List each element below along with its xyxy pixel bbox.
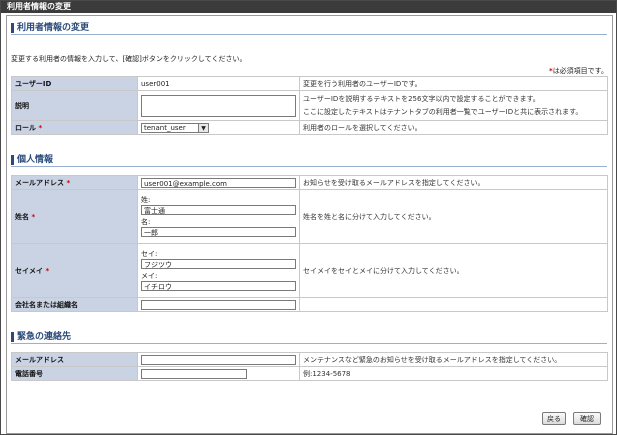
dialog-window: 利用者情報の変更 利用者情報の変更 変更する利用者の情報を入力して、[確認]ボタ…: [0, 0, 617, 435]
email-label-text: メールアドレス: [15, 178, 64, 187]
emergency-email-cell: [137, 352, 300, 367]
row-user-id: ユーザーID user001 変更を行う利用者のユーザーIDです。: [11, 76, 608, 91]
email-field[interactable]: user001@example.com: [141, 177, 296, 188]
kana-label-text: セイメイ: [15, 266, 43, 275]
email-label: メールアドレス *: [11, 175, 138, 190]
confirm-button[interactable]: 確認: [573, 412, 601, 425]
phone-field[interactable]: [141, 368, 247, 379]
name-required-mark: *: [31, 212, 36, 221]
row-kana: セイメイ * セイ: フジツウ メイ: イチロウ セイメイをセイとメイに分けて入…: [11, 243, 608, 298]
role-select[interactable]: tenant_user ▼: [141, 122, 209, 133]
last-name-field[interactable]: 富士通: [141, 205, 296, 215]
company-label: 会社名または組織名: [11, 297, 138, 312]
user-id-desc: 変更を行う利用者のユーザーIDです。: [299, 76, 608, 91]
emergency-contact-table: メールアドレス メンテナンスなど緊急のお知らせを受け取るメールアドレスを指定して…: [11, 352, 608, 381]
name-label-text: 姓名: [15, 212, 29, 221]
first-name-caption: 名:: [141, 218, 151, 226]
first-kana-field[interactable]: イチロウ: [141, 281, 296, 291]
role-required-mark: *: [38, 123, 43, 132]
description-desc-line-2: ここに設定したテキストはテナントタブの利用者一覧でユーザーIDと共に表示されます…: [303, 108, 583, 116]
intro-text: 変更する利用者の情報を入力して、[確認]ボタンをクリックしてください。: [11, 55, 247, 63]
description-label: 説明: [11, 90, 138, 121]
required-note: *は必須項目です。: [549, 66, 608, 76]
row-role: ロール * tenant_user ▼ 利用者のロールを選択してください。: [11, 120, 608, 135]
row-name: 姓名 * 姓: 富士通 名: 一郎 姓名を姓と名に分けて入力してください。: [11, 189, 608, 244]
description-cell: [137, 90, 300, 121]
kana-cell: セイ: フジツウ メイ: イチロウ: [137, 243, 300, 298]
chevron-down-icon[interactable]: ▼: [198, 123, 208, 132]
phone-label: 電話番号: [11, 366, 138, 381]
row-phone: 電話番号 例:1234-5678: [11, 366, 608, 381]
name-desc: 姓名を姓と名に分けて入力してください。: [299, 189, 608, 244]
phone-desc: 例:1234-5678: [299, 366, 608, 381]
row-company: 会社名または組織名: [11, 297, 608, 312]
role-label-text: ロール: [15, 123, 36, 132]
description-textarea[interactable]: [141, 94, 296, 117]
last-kana-field[interactable]: フジツウ: [141, 259, 296, 269]
kana-label: セイメイ *: [11, 243, 138, 298]
emergency-email-label: メールアドレス: [11, 352, 138, 367]
kana-desc: セイメイをセイとメイに分けて入力してください。: [299, 243, 608, 298]
description-desc-line-1: ユーザーIDを説明するテキストを256文字以内で設定することができます。: [303, 95, 540, 103]
phone-cell: [137, 366, 300, 381]
personal-info-table: メールアドレス * user001@example.com お知らせを受け取るメ…: [11, 175, 608, 312]
role-cell: tenant_user ▼: [137, 120, 300, 135]
personal-heading: 個人情報: [11, 154, 607, 167]
role-select-value: tenant_user: [144, 123, 186, 132]
last-kana-caption: セイ:: [141, 250, 158, 258]
emergency-email-field[interactable]: [141, 354, 296, 365]
last-name-caption: 姓:: [141, 196, 151, 204]
role-desc: 利用者のロールを選択してください。: [299, 120, 608, 135]
back-button[interactable]: 戻る: [542, 412, 566, 425]
name-cell: 姓: 富士通 名: 一郎: [137, 189, 300, 244]
page-heading: 利用者情報の変更: [11, 22, 607, 35]
name-label: 姓名 *: [11, 189, 138, 244]
row-email: メールアドレス * user001@example.com お知らせを受け取るメ…: [11, 175, 608, 190]
basic-info-table: ユーザーID user001 変更を行う利用者のユーザーIDです。 説明 ユーザ…: [11, 76, 608, 135]
row-description: 説明 ユーザーIDを説明するテキストを256文字以内で設定することができます。 …: [11, 90, 608, 121]
first-name-field[interactable]: 一郎: [141, 227, 296, 237]
kana-required-mark: *: [45, 266, 50, 275]
content-panel: 利用者情報の変更 変更する利用者の情報を入力して、[確認]ボタンをクリックしてく…: [6, 15, 613, 434]
company-cell: [137, 297, 300, 312]
window-title: 利用者情報の変更: [1, 1, 616, 13]
row-emergency-email: メールアドレス メンテナンスなど緊急のお知らせを受け取るメールアドレスを指定して…: [11, 352, 608, 367]
user-id-label: ユーザーID: [11, 76, 138, 91]
email-required-mark: *: [66, 178, 71, 187]
email-cell: user001@example.com: [137, 175, 300, 190]
description-desc: ユーザーIDを説明するテキストを256文字以内で設定することができます。 ここに…: [299, 90, 608, 121]
emergency-heading: 緊急の連絡先: [11, 331, 607, 344]
emergency-email-desc: メンテナンスなど緊急のお知らせを受け取るメールアドレスを指定してください。: [299, 352, 608, 367]
company-field[interactable]: [141, 299, 296, 310]
required-note-text: は必須項目です。: [552, 67, 608, 75]
user-id-value: user001: [137, 76, 300, 91]
first-kana-caption: メイ:: [141, 272, 158, 280]
role-label: ロール *: [11, 120, 138, 135]
company-desc: [299, 297, 608, 312]
email-desc: お知らせを受け取るメールアドレスを指定してください。: [299, 175, 608, 190]
